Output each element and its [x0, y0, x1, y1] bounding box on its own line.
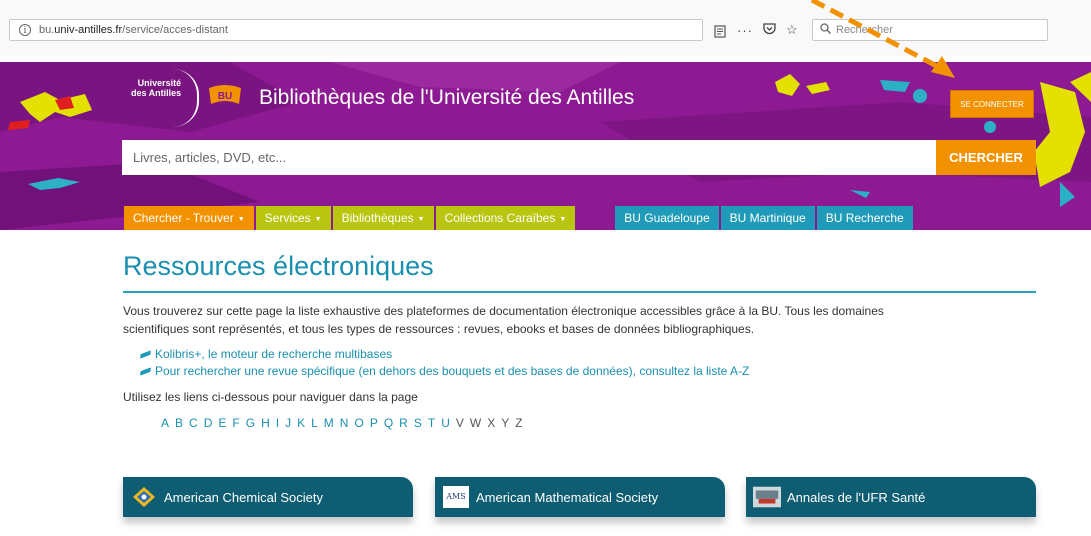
- nav-tab-label: Collections Caraïbes: [444, 211, 556, 225]
- nav-tab-label: Services: [264, 211, 311, 225]
- nav-tab-bu-martinique[interactable]: BU Martinique: [720, 206, 815, 230]
- alphabet-link-s[interactable]: S: [414, 416, 422, 430]
- link-kolibris[interactable]: Kolibris+, le moteur de recherche multib…: [140, 346, 749, 363]
- alphabet-link-c[interactable]: C: [189, 416, 198, 430]
- resource-card-annales-ufr-sante[interactable]: Annales de l'UFR Santé: [746, 477, 1036, 517]
- pocket-icon[interactable]: [763, 22, 776, 38]
- quick-links: Kolibris+, le moteur de recherche multib…: [140, 346, 749, 380]
- nav-tab-chercher-trouver[interactable]: Chercher - Trouver ▼: [124, 206, 254, 230]
- alphabet-link-i[interactable]: I: [276, 416, 279, 430]
- page-title: Ressources électroniques: [123, 251, 434, 281]
- intro-line: Vous trouverez sur cette page la liste e…: [123, 304, 884, 318]
- link-text[interactable]: Pour rechercher une revue spécifique (en…: [155, 363, 749, 380]
- link-text[interactable]: Kolibris+, le moteur de recherche multib…: [155, 346, 392, 363]
- nav-tab-label: Bibliothèques: [341, 211, 414, 225]
- catalog-search-button[interactable]: CHERCHER: [936, 140, 1036, 175]
- bu-logo-icon[interactable]: BU: [206, 84, 244, 108]
- resource-card-label: Annales de l'UFR Santé: [787, 489, 926, 505]
- alphabet-link-d[interactable]: D: [204, 416, 213, 430]
- bookmark-star-icon[interactable]: ☆: [786, 22, 798, 38]
- browser-search-box[interactable]: Rechercher: [812, 19, 1048, 41]
- alphabet-link-v: V: [455, 416, 464, 430]
- resource-card-label: American Chemical Society: [164, 489, 323, 505]
- alphabet-link-n[interactable]: N: [340, 416, 349, 430]
- resource-card-ams[interactable]: AMS American Mathematical Society: [435, 477, 725, 517]
- url-text: bu.univ-antilles.fr/service/acces-distan…: [39, 24, 228, 36]
- nav-tab-collections-caraibes[interactable]: Collections Caraïbes ▼: [435, 206, 576, 230]
- alphabet-link-b[interactable]: B: [175, 416, 183, 430]
- alphabet-link-t[interactable]: T: [428, 416, 435, 430]
- title-divider: [123, 291, 1036, 293]
- alphabet-link-m[interactable]: M: [324, 416, 334, 430]
- bu-logo-text: BU: [218, 91, 232, 102]
- caret-down-icon: ▼: [417, 216, 425, 223]
- bullet-icon: [140, 350, 151, 359]
- alphabet-link-p[interactable]: P: [370, 416, 378, 430]
- nav-tab-bu-recherche[interactable]: BU Recherche: [816, 206, 913, 230]
- caret-down-icon: ▼: [314, 216, 322, 223]
- catalog-search-input[interactable]: [122, 140, 936, 175]
- bullet-icon: [140, 367, 151, 376]
- alphabet-link-w: W: [469, 416, 482, 430]
- alphabet-link-l[interactable]: L: [311, 416, 318, 430]
- alphabet-link-g[interactable]: G: [246, 416, 255, 430]
- nav-tab-label: BU Guadeloupe: [624, 211, 710, 225]
- alphabet-link-k[interactable]: K: [297, 416, 305, 430]
- alphabet-link-o[interactable]: O: [354, 416, 363, 430]
- alphabet-link-h[interactable]: H: [261, 416, 270, 430]
- alphabet-link-u[interactable]: U: [441, 416, 450, 430]
- reader-view-icon[interactable]: [709, 20, 731, 42]
- acs-logo-icon: [130, 485, 158, 509]
- alphabet-nav: ABCDEFGHIJKLMNOPQRSTUVWXYZ: [161, 416, 523, 430]
- alphabet-link-e[interactable]: E: [218, 416, 226, 430]
- alphabet-link-y: Y: [501, 416, 510, 430]
- intro-line: scientifiques sont représentés, et tous …: [123, 322, 755, 336]
- info-icon[interactable]: i: [19, 24, 31, 36]
- alphabet-link-a[interactable]: A: [161, 416, 169, 430]
- alphabet-link-f[interactable]: F: [232, 416, 239, 430]
- caret-down-icon: ▼: [237, 216, 245, 223]
- search-icon: [820, 23, 831, 37]
- ams-logo-icon: AMS: [442, 485, 470, 509]
- alphabet-link-x: X: [487, 416, 496, 430]
- caret-down-icon: ▼: [559, 216, 567, 223]
- nav-tab-label: BU Martinique: [729, 211, 806, 225]
- browser-search-placeholder: Rechercher: [836, 24, 893, 36]
- link-liste-az[interactable]: Pour rechercher une revue spécifique (en…: [140, 363, 749, 380]
- nav-tab-services[interactable]: Services ▼: [255, 206, 331, 230]
- main-nav: Chercher - Trouver ▼ Services ▼ Bibliothèq…: [124, 206, 915, 230]
- toolbar-icons: ··· ☆: [737, 19, 798, 41]
- address-bar[interactable]: i bu.univ-antilles.fr/service/acces-dist…: [9, 19, 726, 41]
- nav-tab-label: BU Recherche: [825, 211, 904, 225]
- browser-toolbar: i bu.univ-antilles.fr/service/acces-dist…: [0, 0, 1091, 56]
- ams-logo-text: AMS: [443, 486, 469, 508]
- nav-tab-label: Chercher - Trouver: [133, 211, 234, 225]
- site-header: Université des Antilles BU Bibliothèques…: [0, 62, 1091, 230]
- alphabet-link-j[interactable]: J: [285, 416, 291, 430]
- nav-tab-bu-guadeloupe[interactable]: BU Guadeloupe: [615, 206, 719, 230]
- alphabet-link-r[interactable]: R: [399, 416, 408, 430]
- intro-text: Vous trouverez sur cette page la liste e…: [123, 302, 1023, 338]
- ufr-sante-logo-icon: [753, 485, 781, 509]
- nav-tab-bibliotheques[interactable]: Bibliothèques ▼: [332, 206, 434, 230]
- alphabet-hint: Utilisez les liens ci-dessous pour navig…: [123, 390, 418, 404]
- alphabet-link-q[interactable]: Q: [384, 416, 393, 430]
- site-title[interactable]: Bibliothèques de l'Université des Antill…: [259, 86, 634, 110]
- resource-card-label: American Mathematical Society: [476, 489, 659, 505]
- more-icon[interactable]: ···: [737, 23, 753, 38]
- alphabet-link-z: Z: [515, 416, 523, 430]
- connect-button[interactable]: SE CONNECTER: [950, 90, 1034, 118]
- resource-card-acs[interactable]: American Chemical Society: [123, 477, 413, 517]
